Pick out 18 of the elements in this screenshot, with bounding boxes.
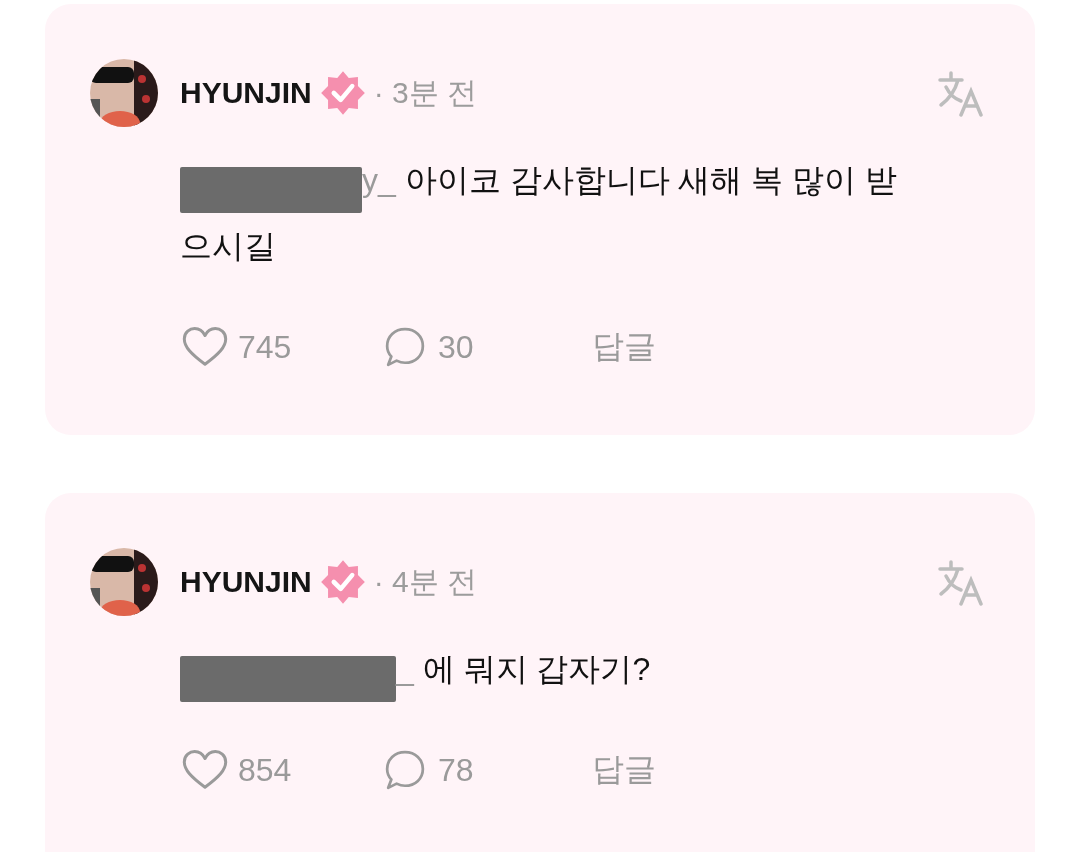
timestamp: · 3분 전	[373, 74, 478, 111]
translate-icon[interactable]	[937, 558, 985, 606]
replies-button[interactable]: 78	[382, 749, 592, 791]
timestamp: · 4분 전	[373, 563, 478, 600]
comment-text: _ 에 뭐지 갑자기?	[180, 636, 900, 702]
translate-icon[interactable]	[937, 69, 985, 117]
mention-link[interactable]: y_	[362, 162, 396, 198]
reply-button[interactable]: 답글	[592, 748, 656, 792]
comment-text: y_ 아이코 감사합니다 새해 복 많이 받으시길	[180, 161, 899, 266]
mention-link[interactable]: _	[396, 651, 414, 687]
heart-icon	[182, 749, 228, 791]
author-name[interactable]: HYUNJIN	[180, 565, 312, 599]
like-button[interactable]: 745	[182, 326, 382, 368]
heart-icon	[182, 326, 228, 368]
like-button[interactable]: 854	[182, 749, 382, 791]
author-name[interactable]: HYUNJIN	[180, 76, 312, 110]
replies-button[interactable]: 30	[382, 326, 592, 368]
reply-button[interactable]: 답글	[592, 325, 656, 369]
